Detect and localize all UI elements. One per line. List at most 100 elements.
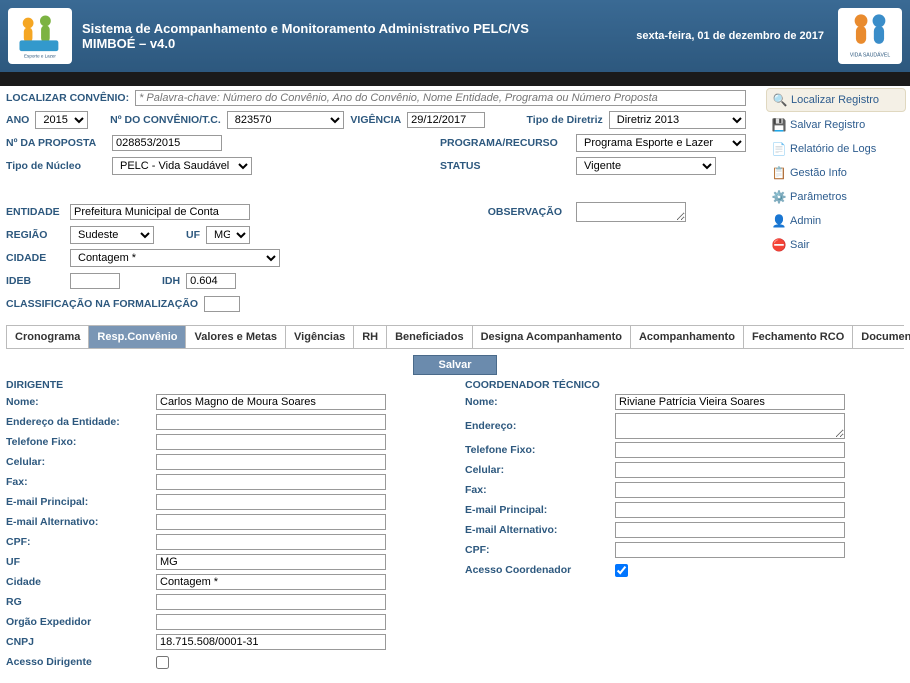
side-label: Admin bbox=[790, 215, 821, 227]
dirigente-fax-input[interactable] bbox=[156, 474, 386, 490]
dirigente-celular-input[interactable] bbox=[156, 454, 386, 470]
programa-label: PROGRAMA/RECURSO bbox=[440, 137, 570, 149]
coordenador-nome-input[interactable] bbox=[615, 394, 845, 410]
side-sair[interactable]: ⛔ Sair bbox=[766, 234, 906, 256]
logo-esporte-lazer: Esporte e Lazer bbox=[8, 8, 72, 64]
dirigente-cnpj-input[interactable] bbox=[156, 634, 386, 650]
tab-fechamento-rco[interactable]: Fechamento RCO bbox=[744, 326, 853, 348]
status-select[interactable]: Vigente bbox=[576, 157, 716, 175]
num-convenio-select[interactable]: 823570 bbox=[227, 111, 345, 129]
tab-documentos[interactable]: Documentos bbox=[853, 326, 910, 348]
ideb-input[interactable] bbox=[70, 273, 120, 289]
tab-designa-acompanhamento[interactable]: Designa Acompanhamento bbox=[473, 326, 631, 348]
side-salvar-registro[interactable]: 💾 Salvar Registro bbox=[766, 114, 906, 136]
tipo-diretriz-select[interactable]: Diretriz 2013 bbox=[609, 111, 746, 129]
coordenador-endereco-textarea[interactable] bbox=[615, 413, 845, 439]
tipo-nucleo-select[interactable]: PELC - Vida Saudável bbox=[112, 157, 252, 175]
side-label: Parâmetros bbox=[790, 191, 847, 203]
logo-vida-saudavel: VIDA SAUDÁVEL bbox=[838, 8, 902, 64]
coordenador-section-title: COORDENADOR TÉCNICO bbox=[465, 379, 904, 391]
dirigente-uf-label: UF bbox=[6, 556, 156, 568]
dirigente-uf-input[interactable] bbox=[156, 554, 386, 570]
uf-filter-select[interactable]: MG bbox=[206, 226, 250, 244]
header-title: Sistema de Acompanhamento e Monitorament… bbox=[82, 21, 622, 51]
num-convenio-label: Nº DO CONVÊNIO/T.C. bbox=[110, 114, 221, 126]
dirigente-email1-input[interactable] bbox=[156, 494, 386, 510]
tipo-diretriz-label: Tipo de Diretriz bbox=[527, 114, 603, 126]
side-admin[interactable]: 👤 Admin bbox=[766, 210, 906, 232]
report-icon: 📄 bbox=[772, 142, 786, 156]
num-proposta-label: Nº DA PROPOSTA bbox=[6, 137, 106, 149]
dirigente-email2-input[interactable] bbox=[156, 514, 386, 530]
coordenador-endereco-label: Endereço: bbox=[465, 420, 615, 432]
coordenador-celular-label: Celular: bbox=[465, 464, 615, 476]
vigencia-input[interactable] bbox=[407, 112, 485, 128]
side-gestao-info[interactable]: 📋 Gestão Info bbox=[766, 162, 906, 184]
tabs-bar: Cronograma Resp.Convênio Valores e Metas… bbox=[6, 325, 904, 349]
idh-input[interactable] bbox=[186, 273, 236, 289]
tab-vigencias[interactable]: Vigências bbox=[286, 326, 354, 348]
observacao-textarea[interactable] bbox=[576, 202, 686, 222]
coordenador-nome-label: Nome: bbox=[465, 396, 615, 408]
uf-filter-label: UF bbox=[186, 229, 200, 241]
observacao-label: OBSERVAÇÃO bbox=[440, 206, 570, 218]
header-date: sexta-feira, 01 de dezembro de 2017 bbox=[636, 30, 824, 42]
dirigente-telfixo-input[interactable] bbox=[156, 434, 386, 450]
coordenador-celular-input[interactable] bbox=[615, 462, 845, 478]
tab-valores-metas[interactable]: Valores e Metas bbox=[186, 326, 286, 348]
dirigente-rg-input[interactable] bbox=[156, 594, 386, 610]
classificacao-input[interactable] bbox=[204, 296, 240, 312]
localizar-convenio-label: LOCALIZAR CONVÊNIO: bbox=[6, 92, 129, 104]
info-icon: 📋 bbox=[772, 166, 786, 180]
salvar-button[interactable]: Salvar bbox=[413, 355, 496, 375]
idh-label: IDH bbox=[162, 275, 180, 287]
coordenador-cpf-label: CPF: bbox=[465, 544, 615, 556]
side-relatorio-logs[interactable]: 📄 Relatório de Logs bbox=[766, 138, 906, 160]
coordenador-telfixo-input[interactable] bbox=[615, 442, 845, 458]
entidade-input[interactable] bbox=[70, 204, 250, 220]
dirigente-acesso-label: Acesso Dirigente bbox=[6, 656, 156, 668]
dirigente-email2-label: E-mail Alternativo: bbox=[6, 516, 156, 528]
tab-resp-convenio[interactable]: Resp.Convênio bbox=[89, 326, 186, 348]
coordenador-email1-input[interactable] bbox=[615, 502, 845, 518]
dirigente-celular-label: Celular: bbox=[6, 456, 156, 468]
dirigente-cidade-label: Cidade bbox=[6, 576, 156, 588]
programa-select[interactable]: Programa Esporte e Lazer bbox=[576, 134, 746, 152]
coordenador-email2-input[interactable] bbox=[615, 522, 845, 538]
dirigente-telfixo-label: Telefone Fixo: bbox=[6, 436, 156, 448]
side-label: Localizar Registro bbox=[791, 94, 879, 106]
coordenador-fax-input[interactable] bbox=[615, 482, 845, 498]
tab-acompanhamento[interactable]: Acompanhamento bbox=[631, 326, 744, 348]
dirigente-nome-label: Nome: bbox=[6, 396, 156, 408]
side-label: Salvar Registro bbox=[790, 119, 865, 131]
regiao-select[interactable]: Sudeste bbox=[70, 226, 154, 244]
header-divider-bar bbox=[0, 72, 910, 86]
entidade-label: ENTIDADE bbox=[6, 206, 64, 218]
header-title-line2: MIMBOÉ – v4.0 bbox=[82, 36, 622, 51]
dirigente-orgao-input[interactable] bbox=[156, 614, 386, 630]
cidade-filter-select[interactable]: Contagem * bbox=[70, 249, 280, 267]
tab-rh[interactable]: RH bbox=[354, 326, 387, 348]
admin-icon: 👤 bbox=[772, 214, 786, 228]
side-label: Sair bbox=[790, 239, 810, 251]
coordenador-email2-label: E-mail Alternativo: bbox=[465, 524, 615, 536]
ano-select[interactable]: 2015 bbox=[35, 111, 88, 129]
side-parametros[interactable]: ⚙️ Parâmetros bbox=[766, 186, 906, 208]
coordenador-acesso-checkbox[interactable] bbox=[615, 564, 628, 577]
dirigente-acesso-checkbox[interactable] bbox=[156, 656, 169, 669]
vida-saudavel-icon: VIDA SAUDÁVEL bbox=[838, 8, 902, 64]
app-header: Esporte e Lazer Sistema de Acompanhament… bbox=[0, 0, 910, 72]
dirigente-endereco-label: Endereço da Entidade: bbox=[6, 416, 156, 428]
dirigente-cidade-input[interactable] bbox=[156, 574, 386, 590]
vigencia-label: VIGÊNCIA bbox=[350, 114, 401, 126]
num-proposta-input[interactable] bbox=[112, 135, 222, 151]
dirigente-nome-input[interactable] bbox=[156, 394, 386, 410]
side-localizar-registro[interactable]: 🔍 Localizar Registro bbox=[766, 88, 906, 112]
localizar-convenio-input[interactable] bbox=[135, 90, 746, 106]
coordenador-cpf-input[interactable] bbox=[615, 542, 845, 558]
tab-cronograma[interactable]: Cronograma bbox=[7, 326, 89, 348]
dirigente-cpf-input[interactable] bbox=[156, 534, 386, 550]
dirigente-cnpj-label: CNPJ bbox=[6, 636, 156, 648]
tab-beneficiados[interactable]: Beneficiados bbox=[387, 326, 472, 348]
dirigente-endereco-input[interactable] bbox=[156, 414, 386, 430]
